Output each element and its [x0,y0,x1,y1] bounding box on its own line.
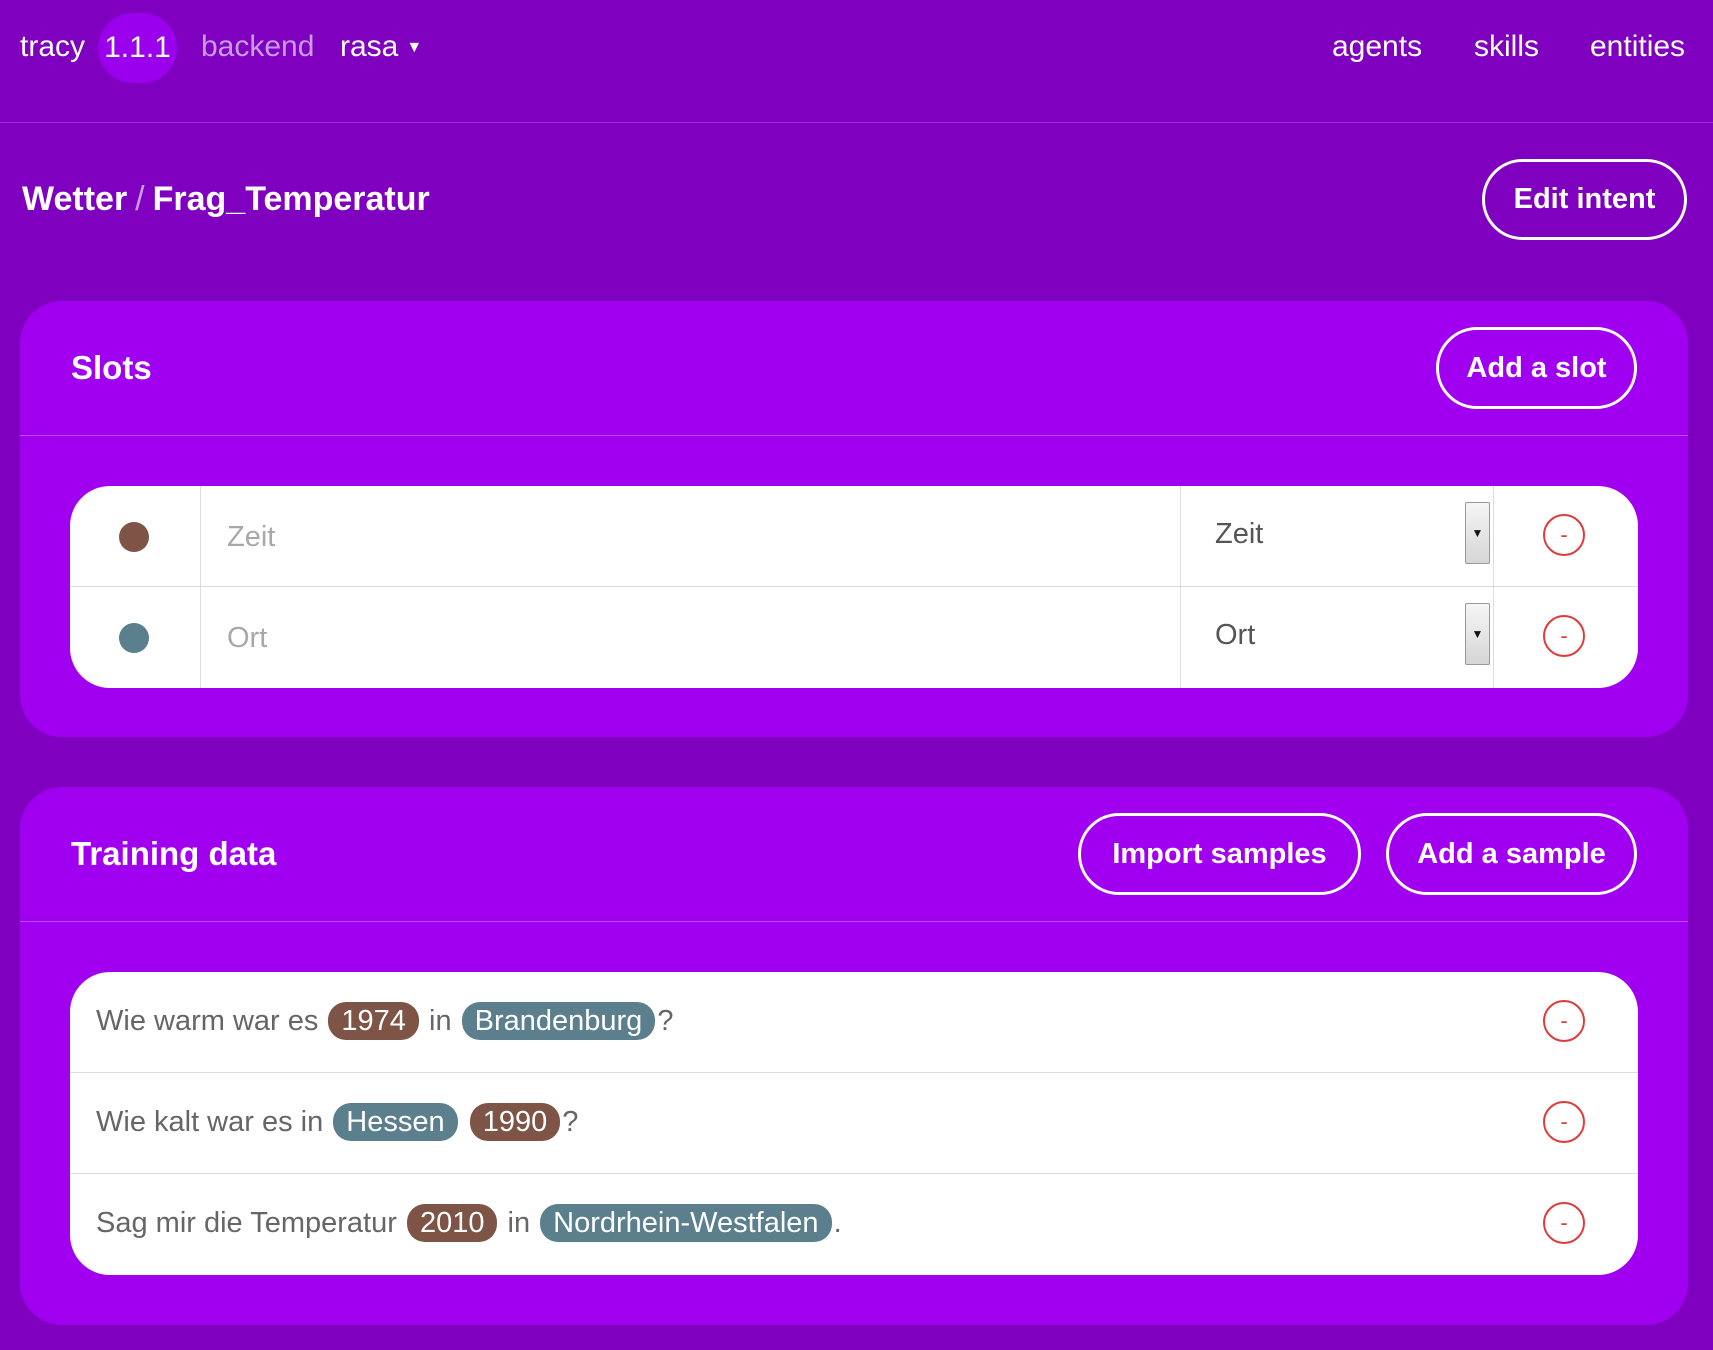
slots-title: Slots [71,349,152,386]
remove-slot-button[interactable]: - [1543,514,1585,556]
edit-intent-button[interactable]: Edit intent [1482,159,1687,240]
sample-text-segment: . [833,1207,842,1239]
sample-text-segment [460,1106,468,1138]
add-sample-button[interactable]: Add a sample [1386,813,1637,895]
app-brand[interactable]: tracy [20,30,85,64]
caret-down-icon: ▼ [406,39,423,56]
slots-list: Zeit ▼ - Ort ▼ - [70,486,1638,688]
import-samples-button[interactable]: Import samples [1078,813,1361,895]
sample-text-segment: ? [657,1005,674,1037]
samples-list: Wie warm war es 1974 in Brandenburg? - W… [70,972,1638,1275]
slot-row: Zeit ▼ - [70,486,1638,587]
slots-card-header: Slots Add a slot [20,301,1688,436]
entity-tag-zeit: 1990 [469,1103,561,1141]
sample-text-segment: Sag mir die Temperatur [96,1207,405,1239]
select-arrow-icon[interactable]: ▼ [1465,502,1490,564]
sample-text-segment: in [420,1005,460,1037]
entity-tag-zeit: 2010 [406,1204,498,1242]
sample-row: Sag mir die Temperatur 2010 in Nordrhein… [70,1174,1638,1275]
slot-entity-select[interactable]: Zeit [1215,518,1263,551]
entity-tag-ort: Nordrhein-Westfalen [540,1204,832,1242]
training-card-header: Training data Import samples Add a sampl… [20,787,1688,922]
breadcrumb-intent: Frag_Temperatur [152,180,430,218]
training-data-title: Training data [71,835,277,872]
sample-text[interactable]: Wie kalt war es in Hessen 1990? [96,1103,578,1141]
slot-entity-select[interactable]: Ort [1215,619,1255,652]
add-slot-button[interactable]: Add a slot [1436,327,1637,409]
remove-slot-button[interactable]: - [1543,615,1585,657]
sample-text-segment: Wie kalt war es in [96,1106,332,1138]
breadcrumb-skill[interactable]: Wetter [22,180,127,218]
backend-label: backend [201,30,315,63]
nav-entities[interactable]: entities [1590,30,1685,64]
breadcrumb: Wetter / Frag_Temperatur [22,180,430,219]
slot-name-input[interactable] [225,516,1129,558]
entity-tag-ort: Hessen [333,1103,458,1141]
entity-tag-ort: Brandenburg [461,1002,656,1040]
entity-tag-zeit: 1974 [328,1002,419,1040]
sample-row: Wie warm war es 1974 in Brandenburg? - [70,972,1638,1073]
training-data-card: Training data Import samples Add a sampl… [20,787,1688,1325]
select-arrow-icon[interactable]: ▼ [1465,603,1490,665]
slots-card: Slots Add a slot Zeit ▼ - Ort ▼ - [20,301,1688,737]
sample-text-segment: in [499,1207,539,1239]
slot-color-dot [119,623,149,653]
sample-text-segment: Wie warm war es [96,1005,327,1037]
remove-sample-button[interactable]: - [1543,1101,1585,1143]
slot-name-input[interactable] [225,617,1129,659]
sample-row: Wie kalt war es in Hessen 1990? - [70,1073,1638,1174]
remove-sample-button[interactable]: - [1543,1202,1585,1244]
sample-text[interactable]: Wie warm war es 1974 in Brandenburg? [96,1002,673,1040]
version-badge: 1.1.1 [98,13,177,83]
breadcrumb-separator: / [135,180,145,218]
sample-text-segment: ? [562,1106,579,1138]
slot-row: Ort ▼ - [70,587,1638,688]
backend-dropdown[interactable]: rasa ▼ [340,30,422,64]
nav-skills[interactable]: skills [1474,30,1539,64]
backend-value: rasa [340,30,399,63]
top-navbar: tracy 1.1.1 backend rasa ▼ agents skills … [0,0,1713,123]
nav-agents[interactable]: agents [1332,30,1422,64]
sample-text[interactable]: Sag mir die Temperatur 2010 in Nordrhein… [96,1204,842,1242]
slot-color-dot [119,522,149,552]
remove-sample-button[interactable]: - [1543,1000,1585,1042]
